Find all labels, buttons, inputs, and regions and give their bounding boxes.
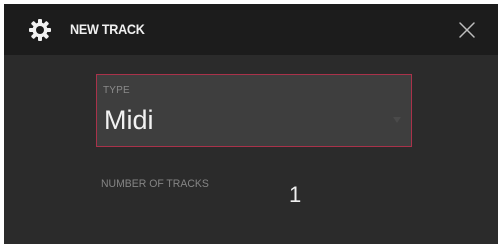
- gear-icon[interactable]: [29, 19, 51, 41]
- dialog-header: NEW TRACK: [4, 4, 498, 55]
- number-of-tracks-value[interactable]: 1: [289, 182, 301, 208]
- chevron-down-icon: [393, 117, 401, 123]
- new-track-dialog: NEW TRACK TYPE Midi NUMBER OF TRACKS 1: [4, 4, 498, 244]
- type-label: TYPE: [103, 85, 130, 96]
- type-select[interactable]: TYPE Midi: [96, 74, 412, 147]
- dialog-title: NEW TRACK: [70, 21, 145, 37]
- type-value: Midi: [104, 105, 154, 135]
- number-of-tracks-label: NUMBER OF TRACKS: [101, 178, 209, 190]
- close-icon[interactable]: [457, 20, 477, 40]
